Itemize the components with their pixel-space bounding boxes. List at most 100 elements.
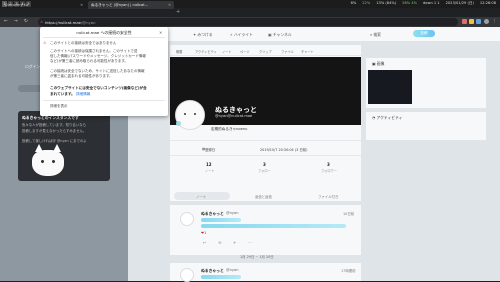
extension-icon[interactable] xyxy=(462,19,467,24)
divider xyxy=(170,140,361,141)
tab-clips[interactable]: クリップ xyxy=(259,49,272,54)
nav-explore[interactable]: ✦ みつける xyxy=(193,32,213,38)
tab-replies[interactable]: 返信と返信 xyxy=(255,194,272,199)
system-stat: 22% xyxy=(362,1,371,5)
popup-warning-text: まれています。 xyxy=(50,92,75,96)
instance-info-line: 色々な人が投稿しています。知り合いなら xyxy=(22,123,86,127)
popup-warning: このウェブサイトには安全でないコンテンツ(画像など)が含 xyxy=(50,86,147,90)
notes-label: ノート xyxy=(205,169,215,173)
browser-tab-active[interactable]: ぬるきゃっと (@nyan) | nullcat... ✕ xyxy=(88,1,174,9)
tab-notes[interactable]: ノート xyxy=(222,49,232,54)
system-stat: 13% (84%) xyxy=(376,1,397,5)
close-icon[interactable]: ✕ xyxy=(159,30,162,35)
system-stat: 58% 4% xyxy=(402,1,418,5)
note-time[interactable]: 17時間前 xyxy=(341,268,356,273)
profile-handle: @nyan@nullcat.mae xyxy=(215,114,253,118)
profile-icon[interactable] xyxy=(484,19,489,24)
note-image[interactable] xyxy=(201,275,241,279)
close-tab-icon[interactable]: ✕ xyxy=(168,3,171,7)
show-details-link[interactable]: 詳細を表示 xyxy=(50,104,68,109)
note-author-handle[interactable]: @nyan xyxy=(226,268,238,272)
notes-count[interactable]: 12 xyxy=(206,162,212,167)
tab-overview[interactable]: 概要 xyxy=(176,49,182,54)
followers-count[interactable]: 3 xyxy=(327,162,330,167)
nav-search[interactable]: ⌕ 検索 xyxy=(370,32,381,38)
browser-tab[interactable]: Discovery Ko ✕ xyxy=(2,1,86,9)
divider xyxy=(170,155,361,156)
new-tab-icon[interactable]: + xyxy=(176,9,180,15)
learn-more-link[interactable]: 詳細情報 xyxy=(76,92,90,96)
nav-channel[interactable]: ▣ チャンネル xyxy=(268,32,292,38)
not-secure-icon[interactable]: ⚠ xyxy=(40,19,43,24)
widget-title-text: アクティビティ xyxy=(376,115,403,120)
popup-text: など)が第三者に読み取られる可能性があります。 xyxy=(50,59,129,63)
avatar[interactable] xyxy=(175,100,205,130)
reaction-count: 1 xyxy=(203,231,207,235)
tab-with-files[interactable]: ファイル付き xyxy=(318,194,338,199)
warning-icon: ⚠ xyxy=(43,40,47,45)
extension-icon[interactable] xyxy=(476,19,481,24)
tab-activity[interactable]: アクティビティ xyxy=(195,49,217,54)
note-time[interactable]: 10日前 xyxy=(343,211,354,216)
note-image[interactable] xyxy=(201,224,346,228)
nav-label: チャンネル xyxy=(272,32,292,37)
system-stat: down 1 1 xyxy=(423,1,440,5)
close-tab-icon[interactable]: ✕ xyxy=(80,3,83,7)
joined-date: 2019/10/7 20:30:04 (3 日前) xyxy=(260,148,308,152)
extension-icon[interactable] xyxy=(469,19,474,24)
note-author-handle[interactable]: @nyan xyxy=(226,211,238,215)
avatar[interactable] xyxy=(180,268,194,282)
renote-icon[interactable]: ⟲ xyxy=(218,240,221,245)
joined-label: 登録日 xyxy=(205,148,216,152)
avatar[interactable] xyxy=(180,212,194,226)
popup-status: このサイトとの接続は安全ではありません xyxy=(50,41,117,45)
url-path: /@nyan xyxy=(81,19,96,25)
system-stats: 6% 22% 13% (84%) 58% 4% down 1 1 2023/01/29 (… xyxy=(351,1,496,6)
url-host: https://nullcat.mae xyxy=(45,19,82,25)
widget-title-text: 画像 xyxy=(376,61,385,66)
address-bar[interactable]: ⚠ https://nullcat.mae/@nyan xyxy=(38,18,458,26)
note-author-name[interactable]: ぬるきゃっと xyxy=(201,211,224,217)
mascot-image xyxy=(32,144,64,176)
forward-icon[interactable]: → xyxy=(14,19,18,24)
tab-title: ぬるきゃっと (@nyan) | nullcat... xyxy=(91,2,149,7)
note-author-name[interactable]: ぬるきゃっと xyxy=(201,268,224,274)
followers-label: フォロワー xyxy=(321,169,337,173)
activity-widget-title: ◔ アクティビティ xyxy=(372,115,403,120)
system-stat: 6% xyxy=(350,1,357,5)
following-count[interactable]: 3 xyxy=(263,162,266,167)
note-item[interactable] xyxy=(170,205,361,255)
system-stat: 2023/01/29 (日) xyxy=(445,1,474,5)
widget-image[interactable] xyxy=(368,70,412,104)
reaction-badge[interactable]: ❤1 xyxy=(201,231,206,235)
back-icon[interactable]: ← xyxy=(4,19,8,24)
reply-icon[interactable]: ↩ xyxy=(203,240,206,245)
nav-label: みつける xyxy=(197,32,213,37)
tab-notes-timeline[interactable]: ノート xyxy=(196,194,206,199)
note-item[interactable] xyxy=(170,263,361,281)
nav-highlight[interactable]: ⚡ ハイライト xyxy=(230,32,253,38)
add-reaction-icon[interactable]: + xyxy=(233,240,236,245)
profile-description: 定期的ぬるきゃnoenu xyxy=(211,127,248,131)
popup-warning-line: まれています。 詳細情報 xyxy=(50,92,90,97)
nav-label: ハイライト xyxy=(233,32,253,37)
reload-icon[interactable]: ↻ xyxy=(24,19,28,24)
post-button[interactable]: 投稿 xyxy=(413,30,435,37)
more-icon[interactable]: ⋯ xyxy=(248,240,252,245)
image-widget-title: ▣ 画像 xyxy=(372,61,385,66)
popup-text: が第三者に盗まれる可能性があります。 xyxy=(50,74,113,78)
tab-pages[interactable]: ページ xyxy=(240,49,250,54)
browser-tab-bar xyxy=(0,8,500,17)
note-image[interactable] xyxy=(201,218,241,222)
instance-info-line: 投稿して楽しければ@ @nyan にまでのよ xyxy=(22,139,87,143)
date-separator: 1月 29日 ~ 1月 20日 xyxy=(240,255,274,259)
divider xyxy=(43,100,165,101)
menu-icon[interactable]: ⋮ xyxy=(492,19,497,24)
following-label: フォロー xyxy=(258,169,271,173)
tab-files[interactable]: ファイル xyxy=(281,49,294,54)
tab-charts[interactable]: チャート xyxy=(301,49,314,54)
instance-info-line: 投稿しますが見えなかったらすみません。 xyxy=(22,129,87,133)
popup-title: nullcat.mae への接続の安全性 xyxy=(76,30,132,35)
divider xyxy=(43,37,165,38)
tab-title: Discovery Ko xyxy=(5,3,29,7)
